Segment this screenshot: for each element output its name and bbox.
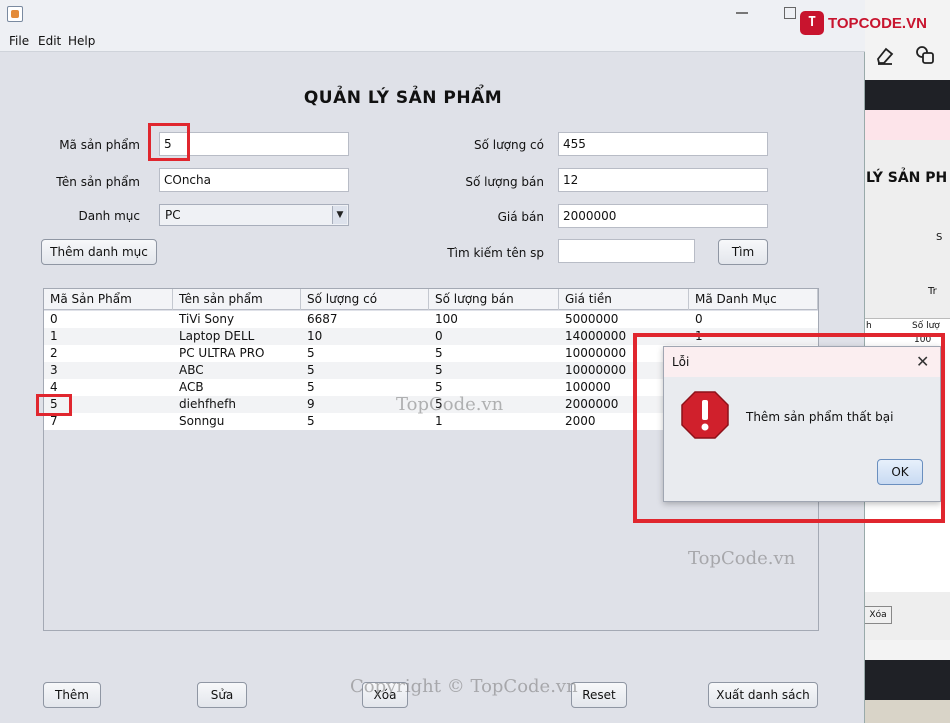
background-footer bbox=[864, 660, 950, 700]
table-cell: ACB bbox=[179, 380, 204, 394]
topcode-logo: T TOPCODE.VN bbox=[800, 10, 927, 36]
sold-qty-label: Số lượng bán bbox=[465, 175, 544, 189]
column-header[interactable]: Mã Danh Mục bbox=[689, 289, 818, 310]
table-cell: 14000000 bbox=[565, 329, 627, 343]
reset-button[interactable]: Reset bbox=[571, 682, 627, 708]
table-cell: 0 bbox=[435, 329, 443, 343]
eraser-icon[interactable] bbox=[874, 44, 896, 66]
category-label: Danh mục bbox=[78, 209, 140, 223]
table-cell: 5 bbox=[307, 346, 315, 360]
background-footer bbox=[864, 700, 950, 723]
chevron-down-icon[interactable]: ▼ bbox=[332, 206, 347, 224]
column-header[interactable]: Số lượng bán bbox=[429, 289, 559, 310]
stock-qty-field[interactable]: 455 bbox=[558, 132, 768, 156]
background-band bbox=[864, 110, 950, 140]
product-name-field[interactable]: COncha bbox=[159, 168, 349, 192]
table-cell: diehfhefh bbox=[179, 397, 236, 411]
watermark: Copyright © TopCode.vn bbox=[350, 676, 578, 697]
table-cell: 10 bbox=[307, 329, 323, 343]
table-cell: 100000 bbox=[565, 380, 611, 394]
background-title: LÝ SẢN PH bbox=[866, 170, 948, 186]
minimize-icon[interactable] bbox=[736, 12, 748, 14]
table-cell: Laptop DELL bbox=[179, 329, 255, 343]
watermark: TopCode.vn bbox=[688, 548, 796, 569]
table-cell: 5 bbox=[435, 380, 443, 394]
table-cell: Sonngu bbox=[179, 414, 225, 428]
table-header: Mã Sản Phẩm Tên sản phẩm Số lượng có Số … bbox=[44, 289, 818, 310]
menu-edit[interactable]: Edit bbox=[38, 34, 61, 48]
table-cell: 4 bbox=[50, 380, 58, 394]
table-cell: 5 bbox=[307, 363, 315, 377]
menu-file[interactable]: File bbox=[9, 34, 29, 48]
price-label: Giá bán bbox=[497, 210, 544, 224]
table-cell: 5 bbox=[435, 363, 443, 377]
table-cell: TiVi Sony bbox=[179, 312, 235, 326]
column-header[interactable]: Mã Sản Phẩm bbox=[44, 289, 173, 310]
table-cell: 7 bbox=[50, 414, 58, 428]
stock-qty-label: Số lượng có bbox=[473, 138, 544, 152]
price-field[interactable]: 2000000 bbox=[558, 204, 768, 228]
search-button[interactable]: Tìm bbox=[718, 239, 768, 265]
table-cell: 5 bbox=[435, 346, 443, 360]
product-id-label: Mã sản phẩm bbox=[59, 138, 140, 152]
background-label: S bbox=[936, 232, 943, 243]
search-input[interactable] bbox=[558, 239, 695, 263]
category-selected-value: PC bbox=[165, 208, 181, 222]
table-cell: ABC bbox=[179, 363, 204, 377]
table-cell: 10000000 bbox=[565, 346, 627, 360]
edit-button[interactable]: Sửa bbox=[197, 682, 247, 708]
table-cell: 10000000 bbox=[565, 363, 627, 377]
background-col: h bbox=[866, 321, 872, 331]
logo-text: TOPCODE.VN bbox=[828, 14, 927, 32]
table-cell: 5000000 bbox=[565, 312, 619, 326]
background-band bbox=[864, 80, 950, 110]
search-label: Tìm kiếm tên sp bbox=[447, 246, 544, 260]
background-label: Tr bbox=[928, 286, 937, 297]
column-header[interactable]: Giá tiền bbox=[559, 289, 689, 310]
table-cell: 0 bbox=[695, 312, 703, 326]
shapes-icon[interactable] bbox=[914, 44, 936, 66]
highlight-box bbox=[36, 394, 72, 416]
table-cell: 1 bbox=[50, 329, 58, 343]
table-cell: 1 bbox=[435, 414, 443, 428]
highlight-box bbox=[633, 333, 945, 523]
background-col: Số lượ bbox=[912, 321, 940, 331]
table-cell: 2000 bbox=[565, 414, 596, 428]
table-row[interactable]: 0 TiVi Sony 6687 100 5000000 0 bbox=[44, 311, 818, 328]
table-cell: 5 bbox=[307, 380, 315, 394]
menu-bar: File Edit Help bbox=[0, 30, 865, 52]
product-name-label: Tên sản phẩm bbox=[56, 175, 140, 189]
category-select[interactable]: PC ▼ bbox=[159, 204, 349, 226]
logo-mark: T bbox=[800, 11, 824, 35]
column-header[interactable]: Tên sản phẩm bbox=[173, 289, 301, 310]
table-cell: 3 bbox=[50, 363, 58, 377]
add-category-button[interactable]: Thêm danh mục bbox=[41, 239, 157, 265]
table-cell: 5 bbox=[307, 414, 315, 428]
title-bar bbox=[0, 0, 865, 30]
watermark: TopCode.vn bbox=[396, 394, 504, 415]
table-cell: 2 bbox=[50, 346, 58, 360]
table-cell: 9 bbox=[307, 397, 315, 411]
export-list-button[interactable]: Xuất danh sách bbox=[708, 682, 818, 708]
table-cell: 2000000 bbox=[565, 397, 619, 411]
java-app-icon bbox=[7, 6, 23, 22]
table-cell: 100 bbox=[435, 312, 458, 326]
sold-qty-field[interactable]: 12 bbox=[558, 168, 768, 192]
page-title: QUẢN LÝ SẢN PHẨM bbox=[303, 88, 503, 108]
highlight-box bbox=[148, 123, 190, 161]
maximize-icon[interactable] bbox=[784, 7, 796, 19]
background-delete-button[interactable]: Xóa bbox=[864, 606, 892, 624]
table-cell: 0 bbox=[50, 312, 58, 326]
add-button[interactable]: Thêm bbox=[43, 682, 101, 708]
table-cell: 6687 bbox=[307, 312, 338, 326]
column-header[interactable]: Số lượng có bbox=[301, 289, 429, 310]
menu-help[interactable]: Help bbox=[68, 34, 95, 48]
table-cell: PC ULTRA PRO bbox=[179, 346, 265, 360]
